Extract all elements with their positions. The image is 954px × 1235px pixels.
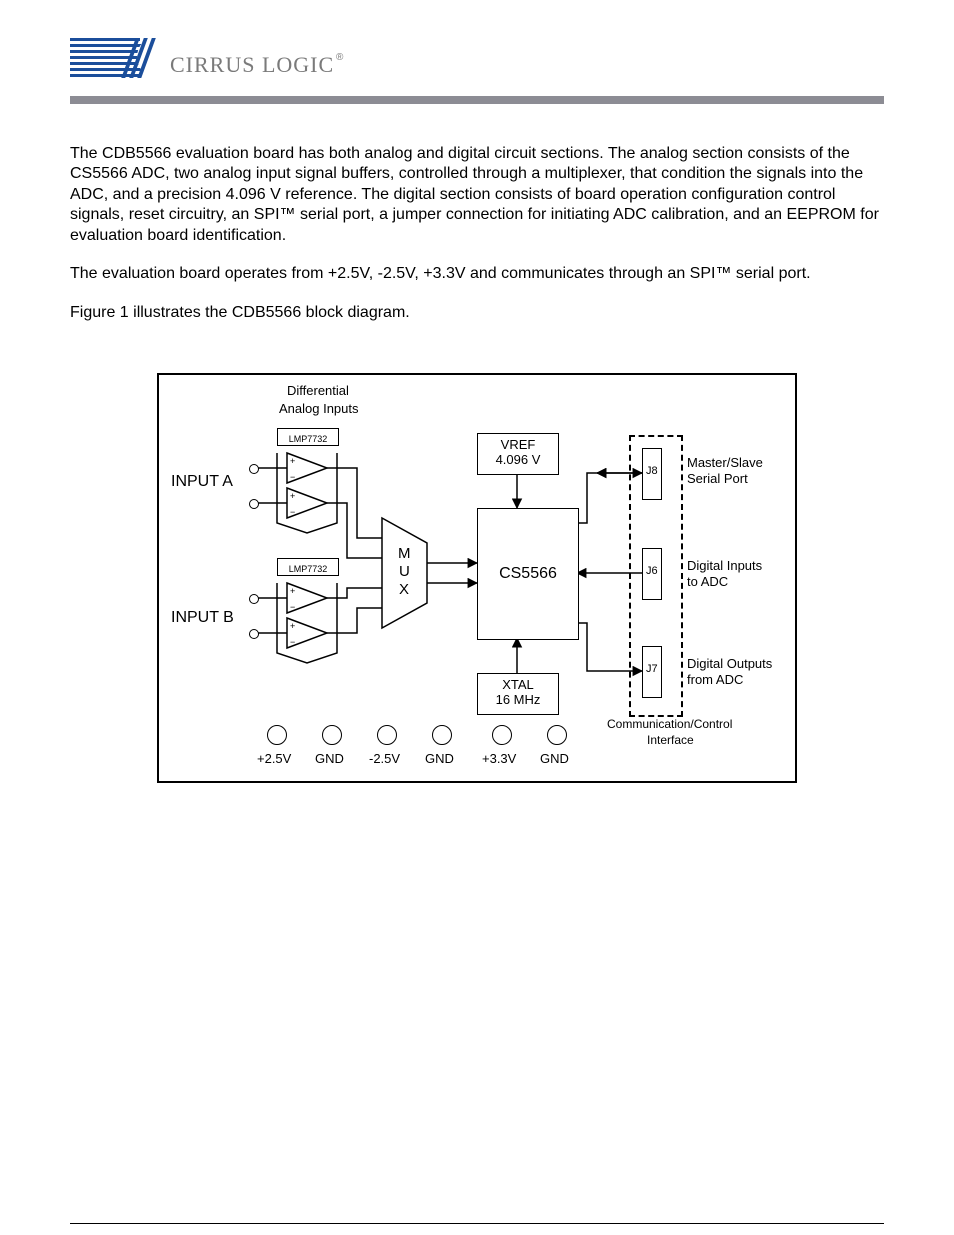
brand-text: CIRRUS LOGIC xyxy=(170,52,334,77)
input-b-label: INPUT B xyxy=(171,609,234,627)
j8-desc-2: Serial Port xyxy=(687,471,748,486)
brand-logo: CIRRUS LOGIC ® xyxy=(70,30,884,90)
diff-label-2: Analog Inputs xyxy=(279,401,359,416)
block-diagram: +− +− +− +− xyxy=(157,373,797,783)
pwr-0: +2.5V xyxy=(257,751,291,766)
j7-desc-1: Digital Outputs xyxy=(687,656,772,671)
j6-desc-1: Digital Inputs xyxy=(687,558,762,573)
vref-label-1: VREF xyxy=(478,437,558,452)
j6-label: J6 xyxy=(646,565,658,577)
j8-label: J8 xyxy=(646,465,658,477)
pwr-2: -2.5V xyxy=(369,751,400,766)
diff-label-1: Differential xyxy=(287,383,349,398)
comm-label-1: Communication/Control xyxy=(607,717,732,731)
comm-label-2: Interface xyxy=(647,733,694,747)
paragraph-2: The evaluation board operates from +2.5V… xyxy=(70,264,884,284)
amp-a-label: LMP7732 xyxy=(289,434,328,444)
pwr-4: +3.3V xyxy=(482,751,516,766)
xtal-label-1: XTAL xyxy=(478,677,558,692)
mux-m: M xyxy=(398,545,411,562)
xtal-label-2: 16 MHz xyxy=(478,692,558,707)
pwr-1: GND xyxy=(315,751,344,766)
mux-x: X xyxy=(399,581,409,598)
chip-label: CS5566 xyxy=(499,565,557,583)
vref-label-2: 4.096 V xyxy=(478,452,558,467)
j6-desc-2: to ADC xyxy=(687,574,728,589)
paragraph-1: The CDB5566 evaluation board has both an… xyxy=(70,144,884,246)
pwr-5: GND xyxy=(540,751,569,766)
footer-divider xyxy=(70,1223,884,1224)
j7-desc-2: from ADC xyxy=(687,672,743,687)
pwr-3: GND xyxy=(425,751,454,766)
input-a-label: INPUT A xyxy=(171,473,233,491)
paragraph-3: Figure 1 illustrates the CDB5566 block d… xyxy=(70,303,884,323)
j7-label: J7 xyxy=(646,663,658,675)
j8-desc-1: Master/Slave xyxy=(687,455,763,470)
amp-b-label: LMP7732 xyxy=(289,564,328,574)
mux-u: U xyxy=(399,563,410,580)
header-divider xyxy=(70,96,884,104)
svg-text:®: ® xyxy=(336,52,344,63)
